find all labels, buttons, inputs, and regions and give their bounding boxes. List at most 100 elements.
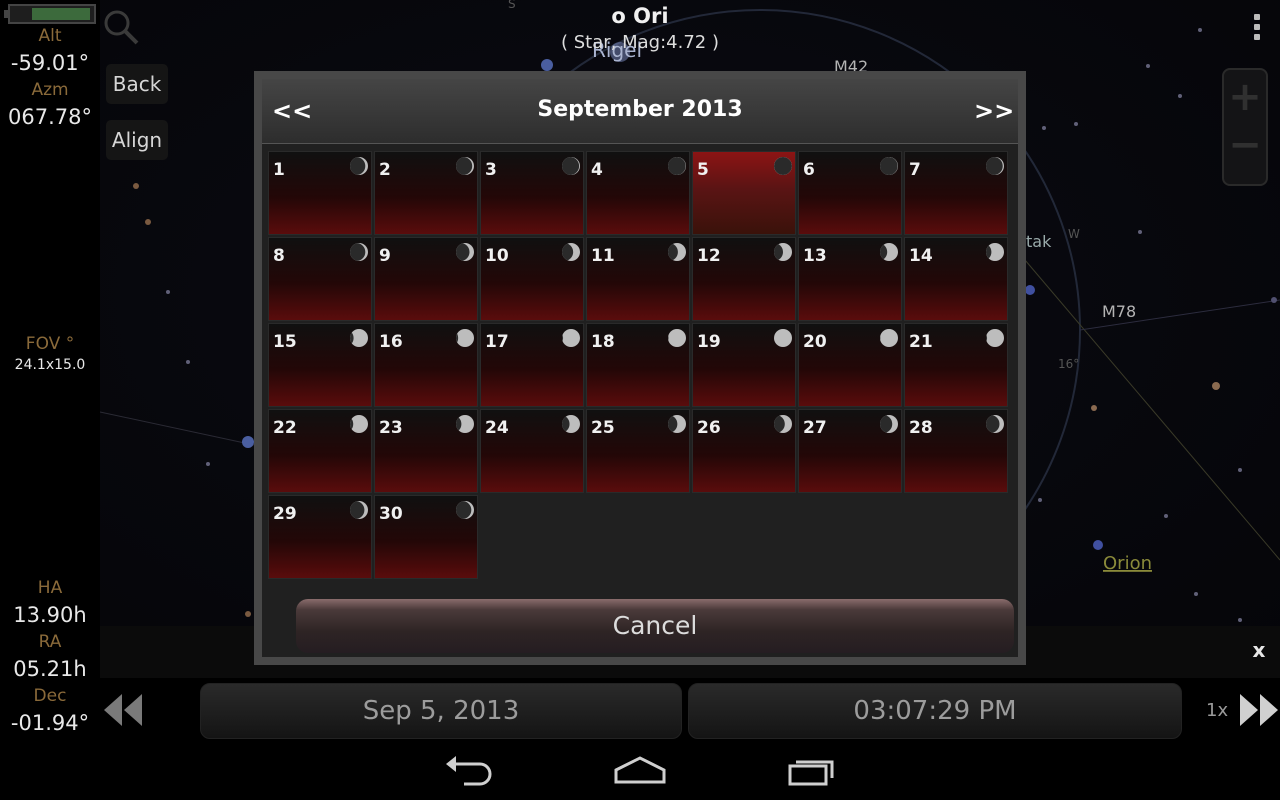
calendar-day-cell[interactable]: 20 xyxy=(798,323,902,407)
align-button[interactable]: Align xyxy=(106,120,168,160)
day-number: 17 xyxy=(485,332,509,352)
azm-label: Azm xyxy=(31,80,69,100)
day-number: 14 xyxy=(909,246,933,266)
day-number: 27 xyxy=(803,418,827,438)
close-info-button[interactable]: x xyxy=(1248,638,1270,664)
calendar-day-cell[interactable]: 2 xyxy=(374,151,478,235)
calendar-day-cell[interactable]: 18 xyxy=(586,323,690,407)
grid-degree-label: 16° xyxy=(1058,357,1079,371)
moon-phase-icon xyxy=(986,415,1004,433)
prev-month-button[interactable]: << xyxy=(272,97,322,125)
fov-value: 24.1x15.0 xyxy=(14,357,86,373)
calendar-day-cell[interactable]: 4 xyxy=(586,151,690,235)
calendar-day-cell[interactable]: 24 xyxy=(480,409,584,493)
home-nav-icon[interactable] xyxy=(610,752,670,788)
zoom-control[interactable]: + − xyxy=(1222,68,1268,186)
day-number: 7 xyxy=(909,160,921,180)
moon-phase-icon xyxy=(456,243,474,261)
left-info-panel: Alt -59.01° Azm 067.78° FOV ° 24.1x15.0 … xyxy=(0,0,100,740)
day-number: 29 xyxy=(273,504,297,524)
zoom-in-icon[interactable]: + xyxy=(1224,74,1266,120)
moon-phase-icon xyxy=(562,329,580,347)
moon-phase-icon xyxy=(456,157,474,175)
calendar-day-cell[interactable]: 26 xyxy=(692,409,796,493)
day-number: 16 xyxy=(379,332,403,352)
back-nav-icon[interactable] xyxy=(440,752,500,788)
day-number: 28 xyxy=(909,418,933,438)
back-button[interactable]: Back xyxy=(106,64,168,104)
calendar-day-cell[interactable]: 7 xyxy=(904,151,1008,235)
calendar-day-cell[interactable]: 13 xyxy=(798,237,902,321)
calendar-day-cell[interactable]: 1 xyxy=(268,151,372,235)
moon-phase-icon xyxy=(880,415,898,433)
moon-phase-icon xyxy=(774,415,792,433)
calendar-day-cell[interactable]: 30 xyxy=(374,495,478,579)
calendar-day-cell[interactable]: 25 xyxy=(586,409,690,493)
calendar-day-cell[interactable]: 15 xyxy=(268,323,372,407)
calendar-day-cell[interactable]: 21 xyxy=(904,323,1008,407)
time-picker-button[interactable]: 03:07:29 PM xyxy=(688,683,1182,739)
moon-phase-icon xyxy=(880,157,898,175)
object-title: o Ori xyxy=(611,4,669,28)
moon-phase-icon xyxy=(456,329,474,347)
calendar-day-cell[interactable]: 3 xyxy=(480,151,584,235)
fast-forward-icon[interactable] xyxy=(1238,692,1280,728)
calendar-day-cell[interactable]: 29 xyxy=(268,495,372,579)
moon-phase-icon xyxy=(880,329,898,347)
calendar-day-cell[interactable]: 5 xyxy=(692,151,796,235)
calendar-day-cell[interactable]: 9 xyxy=(374,237,478,321)
calendar-day-cell[interactable]: 10 xyxy=(480,237,584,321)
day-number: 4 xyxy=(591,160,603,180)
menu-icon[interactable] xyxy=(1250,14,1264,44)
calendar-day-cell[interactable]: 27 xyxy=(798,409,902,493)
ra-label: RA xyxy=(38,632,62,652)
calendar-day-cell[interactable]: 14 xyxy=(904,237,1008,321)
day-number: 10 xyxy=(485,246,509,266)
calendar-header: << September 2013 >> xyxy=(262,79,1018,144)
next-month-button[interactable]: >> xyxy=(974,97,1024,125)
moon-phase-icon xyxy=(668,415,686,433)
calendar-day-cell[interactable]: 12 xyxy=(692,237,796,321)
day-number: 26 xyxy=(697,418,721,438)
calendar-day-cell[interactable]: 16 xyxy=(374,323,478,407)
date-picker-button[interactable]: Sep 5, 2013 xyxy=(200,683,682,739)
calendar-day-cell[interactable]: 22 xyxy=(268,409,372,493)
dec-label: Dec xyxy=(33,686,67,706)
day-number: 24 xyxy=(485,418,509,438)
sky-label-m78: M78 xyxy=(1102,302,1136,321)
moon-phase-icon xyxy=(350,243,368,261)
calendar-day-cell[interactable]: 28 xyxy=(904,409,1008,493)
sky-label-orion[interactable]: Orion xyxy=(1103,553,1152,574)
search-icon[interactable] xyxy=(100,6,140,46)
recents-nav-icon[interactable] xyxy=(782,752,842,788)
calendar-day-cell[interactable]: 19 xyxy=(692,323,796,407)
moon-phase-icon xyxy=(456,501,474,519)
moon-phase-icon xyxy=(350,501,368,519)
calendar-day-cell[interactable]: 11 xyxy=(586,237,690,321)
day-number: 1 xyxy=(273,160,285,180)
rewind-icon[interactable] xyxy=(102,692,144,728)
moon-phase-icon xyxy=(350,415,368,433)
moon-phase-icon xyxy=(668,157,686,175)
zoom-out-icon[interactable]: − xyxy=(1224,122,1266,168)
cancel-button[interactable]: Cancel xyxy=(296,599,1014,653)
moon-phase-icon xyxy=(350,329,368,347)
moon-phase-icon xyxy=(562,415,580,433)
day-number: 6 xyxy=(803,160,815,180)
calendar-day-cell[interactable]: 8 xyxy=(268,237,372,321)
moon-phase-icon xyxy=(668,329,686,347)
calendar-day-cell[interactable]: 23 xyxy=(374,409,478,493)
day-number: 12 xyxy=(697,246,721,266)
day-number: 8 xyxy=(273,246,285,266)
moon-phase-icon xyxy=(774,157,792,175)
moon-phase-icon xyxy=(562,157,580,175)
moon-phase-icon xyxy=(986,329,1004,347)
day-number: 15 xyxy=(273,332,297,352)
calendar-day-cell[interactable]: 6 xyxy=(798,151,902,235)
day-number: 13 xyxy=(803,246,827,266)
calendar-day-cell[interactable]: 17 xyxy=(480,323,584,407)
moon-phase-icon xyxy=(880,243,898,261)
ha-label: HA xyxy=(37,578,63,598)
alt-label: Alt xyxy=(38,26,62,46)
moon-phase-icon xyxy=(350,157,368,175)
